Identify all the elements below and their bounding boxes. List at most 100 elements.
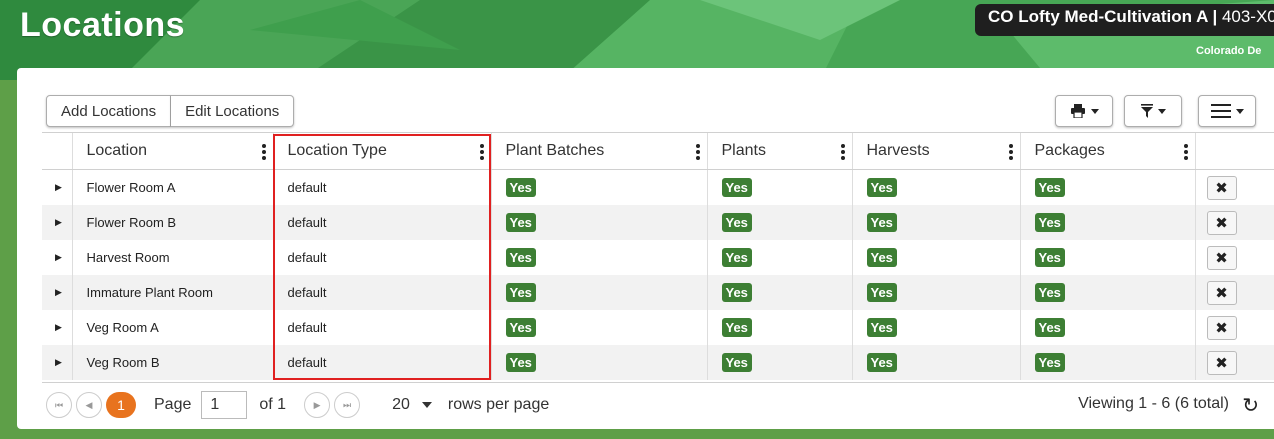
expand-row-icon[interactable]: ▶ (42, 240, 73, 275)
cell-plants: Yes (707, 169, 853, 205)
table-row[interactable]: ▶ Veg Room A default Yes Yes Yes Yes ✖ (42, 310, 1274, 345)
table-row[interactable]: ▶ Veg Room B default Yes Yes Yes Yes ✖ (42, 345, 1274, 380)
print-button[interactable] (1055, 95, 1113, 127)
last-page-icon[interactable]: ⏭ (334, 392, 361, 418)
next-page-icon[interactable]: ▶ (304, 392, 331, 418)
refresh-icon[interactable]: ↻ (1242, 393, 1259, 418)
yes-badge: Yes (505, 213, 536, 232)
rows-per-page-label: rows per page (447, 396, 550, 413)
cell-harvests: Yes (852, 205, 1021, 240)
column-header-label: Plant Batches (505, 142, 605, 159)
column-menu-icon[interactable] (1183, 144, 1188, 160)
delete-icon[interactable]: ✖ (1206, 280, 1237, 305)
facility-name: CO Lofty Med-Cultivation A (988, 7, 1208, 26)
delete-icon[interactable]: ✖ (1206, 315, 1237, 340)
delete-icon[interactable]: ✖ (1206, 210, 1237, 235)
yes-badge: Yes (1034, 353, 1065, 372)
cell-actions: ✖ (1195, 345, 1274, 380)
table-row[interactable]: ▶ Flower Room A default Yes Yes Yes Yes … (42, 169, 1274, 205)
cell-harvests: Yes (852, 240, 1021, 275)
yes-badge: Yes (866, 318, 897, 337)
column-menu-icon[interactable] (840, 144, 845, 160)
cell-packages: Yes (1020, 345, 1196, 380)
cell-plants: Yes (707, 310, 853, 345)
column-header-packages[interactable]: Packages (1020, 133, 1196, 170)
record-count: Viewing 1 - 6 (6 total) (1078, 395, 1229, 412)
chevron-down-icon (1090, 108, 1099, 114)
cell-plant-batches: Yes (491, 275, 708, 310)
cell-plant-batches: Yes (491, 240, 708, 275)
column-header-plants[interactable]: Plants (707, 133, 853, 170)
column-header-location[interactable]: Location (72, 133, 274, 170)
expand-row-icon[interactable]: ▶ (42, 345, 73, 380)
cell-plants: Yes (707, 275, 853, 310)
expand-row-icon[interactable]: ▶ (42, 169, 73, 205)
cell-actions: ✖ (1195, 240, 1274, 275)
column-header-label: Location (86, 142, 148, 159)
yes-badge: Yes (1034, 213, 1065, 232)
column-menu-icon[interactable] (1008, 144, 1013, 160)
yes-badge: Yes (866, 353, 897, 372)
first-page-icon[interactable]: ⏮ (46, 392, 72, 418)
column-header-label: Location Type (287, 142, 387, 159)
cell-packages: Yes (1020, 275, 1196, 310)
yes-badge: Yes (721, 353, 752, 372)
column-header-label: Harvests (866, 142, 930, 159)
cell-harvests: Yes (852, 275, 1021, 310)
yes-badge: Yes (1034, 283, 1065, 302)
print-icon (1070, 104, 1085, 118)
rows-per-page-value: 20 (392, 396, 410, 413)
locations-grid: Location Location Type Plant Batches Pla… (42, 132, 1274, 383)
cell-plant-batches: Yes (491, 345, 708, 380)
column-header-location-type[interactable]: Location Type (273, 133, 492, 170)
column-header-label: Packages (1034, 142, 1105, 159)
cell-location-type: default (273, 240, 492, 275)
yes-badge: Yes (866, 283, 897, 302)
add-locations-button[interactable]: Add Locations (46, 95, 172, 127)
cell-actions: ✖ (1195, 310, 1274, 345)
delete-icon[interactable]: ✖ (1206, 245, 1237, 270)
column-header-plant-batches[interactable]: Plant Batches (491, 133, 708, 170)
expand-row-icon[interactable]: ▶ (42, 310, 73, 345)
expand-row-icon[interactable]: ▶ (42, 205, 73, 240)
yes-badge: Yes (505, 178, 536, 197)
yes-badge: Yes (505, 283, 536, 302)
cell-location: Flower Room A (72, 169, 274, 205)
cell-location: Veg Room B (72, 345, 274, 380)
table-header-row: Location Location Type Plant Batches Pla… (42, 133, 1274, 170)
cell-location-type: default (273, 310, 492, 345)
prev-page-icon[interactable]: ◀ (76, 392, 102, 418)
cell-location: Harvest Room (72, 240, 274, 275)
column-menu-icon[interactable] (695, 144, 700, 160)
yes-badge: Yes (721, 178, 752, 197)
cell-packages: Yes (1020, 240, 1196, 275)
table-row[interactable]: ▶ Harvest Room default Yes Yes Yes Yes ✖ (42, 240, 1274, 275)
rows-per-page-select[interactable]: 20 (392, 396, 432, 414)
cell-location: Flower Room B (72, 205, 274, 240)
expand-row-icon[interactable]: ▶ (42, 275, 73, 310)
cell-location-type: default (273, 345, 492, 380)
columns-menu-button[interactable] (1198, 95, 1256, 127)
edit-locations-button[interactable]: Edit Locations (171, 95, 295, 127)
table-row[interactable]: ▶ Immature Plant Room default Yes Yes Ye… (42, 275, 1274, 310)
expand-column-header (42, 133, 73, 170)
pagination-bar: ⏮ ◀ 1 Page of 1 ▶ ⏭ 20 rows per page Vie… (42, 381, 1274, 429)
table-row[interactable]: ▶ Flower Room B default Yes Yes Yes Yes … (42, 205, 1274, 240)
delete-icon[interactable]: ✖ (1206, 350, 1237, 375)
cell-actions: ✖ (1195, 205, 1274, 240)
page-count-label: of 1 (259, 396, 287, 413)
delete-icon[interactable]: ✖ (1206, 175, 1237, 200)
column-menu-icon[interactable] (261, 144, 266, 160)
current-page-badge[interactable]: 1 (106, 392, 136, 418)
yes-badge: Yes (721, 283, 752, 302)
filter-button[interactable] (1124, 95, 1182, 127)
yes-badge: Yes (505, 353, 536, 372)
column-menu-icon[interactable] (479, 144, 484, 160)
column-header-harvests[interactable]: Harvests (852, 133, 1021, 170)
page-number-input[interactable] (201, 391, 248, 419)
cell-packages: Yes (1020, 205, 1196, 240)
action-button-group: Add Locations Edit Locations (46, 95, 295, 127)
facility-selector[interactable]: CO Lofty Med-Cultivation A | 403-X00 (975, 4, 1274, 36)
yes-badge: Yes (1034, 318, 1065, 337)
chevron-down-icon (1157, 108, 1166, 114)
